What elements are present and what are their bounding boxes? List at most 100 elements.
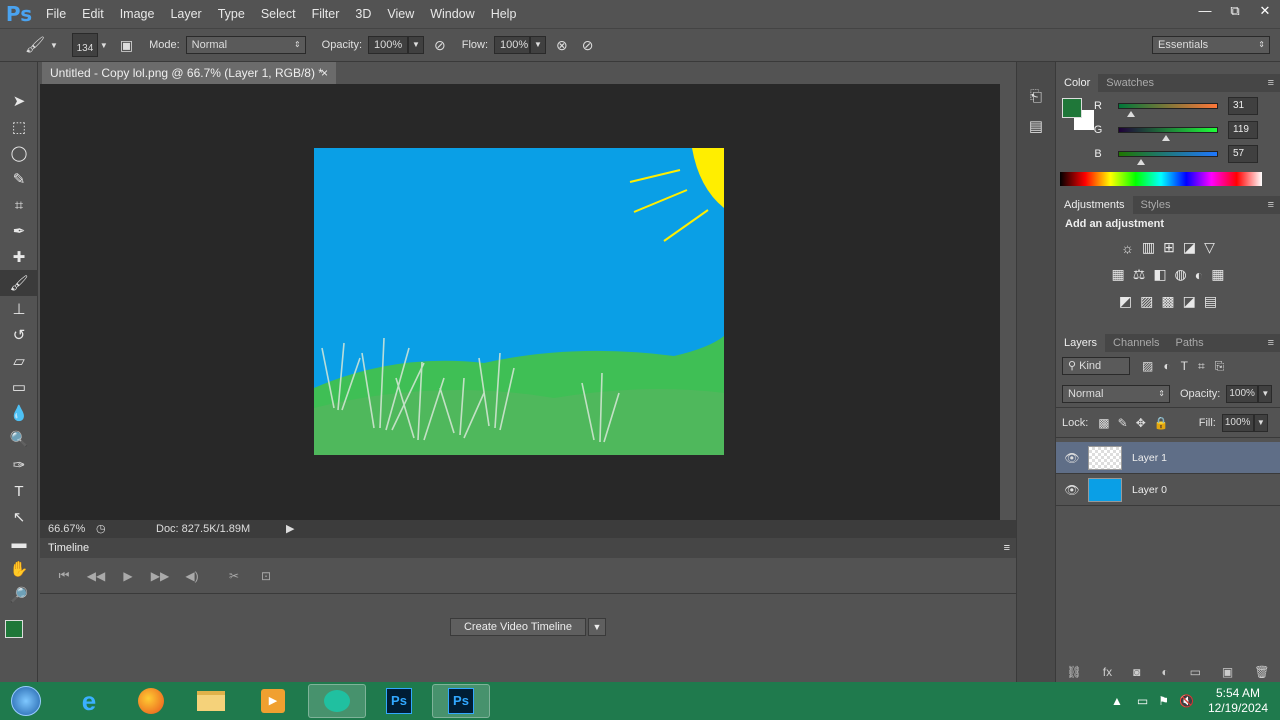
color-swatches[interactable] (0, 608, 37, 648)
flow-input[interactable]: 100% (494, 36, 531, 54)
brush-tool-icon[interactable]: 🖌 (0, 270, 38, 296)
filter-adjustment-icon[interactable]: ◐ (1163, 359, 1170, 373)
red-knob[interactable] (1127, 111, 1135, 117)
brightness-contrast-icon[interactable]: ☼ (1121, 240, 1134, 256)
menu-window[interactable]: Window (422, 7, 482, 21)
color-lookup-icon[interactable]: ▦ (1211, 266, 1224, 283)
tab-styles[interactable]: Styles (1133, 196, 1179, 214)
clock[interactable]: 5:54 AM 12/19/2024 (1208, 686, 1268, 716)
chevron-down-icon[interactable]: ▼ (50, 41, 58, 50)
lock-all-icon[interactable]: 🔒 (1154, 416, 1169, 430)
chevron-down-icon[interactable]: ▼ (100, 41, 108, 50)
exposure-icon[interactable]: ◪ (1183, 239, 1196, 256)
visibility-eye-icon[interactable]: 👁 (1056, 451, 1088, 465)
zoom-tool-icon[interactable]: 🔎 (0, 582, 38, 608)
posterize-icon[interactable]: ▨ (1140, 293, 1153, 310)
next-frame-icon[interactable]: ▶▶ (144, 569, 176, 583)
minimize-button[interactable]: — (1190, 0, 1220, 22)
gradient-map-icon[interactable]: ◪ (1183, 293, 1196, 310)
red-slider[interactable] (1118, 103, 1218, 117)
filter-kind-dropdown[interactable]: ⚲ Kind (1062, 357, 1130, 375)
green-knob[interactable] (1162, 135, 1170, 141)
pressure-size-icon[interactable]: ⊘ (582, 37, 594, 54)
lock-pixels-icon[interactable]: ✎ (1118, 416, 1128, 430)
selective-color-icon[interactable]: ▤ (1204, 293, 1217, 310)
split-icon[interactable]: ✂ (218, 569, 250, 583)
brush-tool-icon[interactable]: 🖌 (20, 35, 50, 55)
tab-adjustments[interactable]: Adjustments (1056, 196, 1133, 214)
layer-name[interactable]: Layer 0 (1132, 484, 1167, 496)
tray-expand-icon[interactable]: ▲ (1111, 694, 1123, 708)
opacity-input[interactable]: 100% (368, 36, 409, 54)
filter-type-icon[interactable]: T (1181, 359, 1188, 373)
properties-panel-icon[interactable]: ▤ (1017, 117, 1055, 135)
network-icon[interactable]: ▭ (1137, 694, 1148, 708)
brush-preset-picker[interactable]: 134 (71, 33, 98, 57)
pen-tool-icon[interactable]: ✑ (0, 452, 38, 478)
layer-name[interactable]: Layer 1 (1132, 452, 1167, 464)
menu-filter[interactable]: Filter (304, 7, 348, 21)
layer-style-icon[interactable]: fx (1103, 665, 1112, 679)
taskbar-explorer[interactable] (182, 684, 240, 718)
tab-channels[interactable]: Channels (1105, 334, 1167, 352)
panel-menu-icon[interactable]: ≡ (1268, 337, 1280, 349)
channel-mixer-icon[interactable]: ◐ (1195, 267, 1203, 283)
foreground-color-swatch[interactable] (5, 620, 23, 638)
layer-opacity-input[interactable]: 100% (1226, 384, 1259, 403)
path-selection-tool-icon[interactable]: ↖ (0, 504, 38, 530)
taskbar-internet-explorer[interactable]: e (60, 684, 118, 718)
green-slider[interactable] (1118, 127, 1218, 141)
delete-layer-icon[interactable]: 🗑 (1254, 665, 1269, 679)
blur-tool-icon[interactable]: 💧 (0, 400, 38, 426)
create-video-timeline-button[interactable]: Create Video Timeline (450, 618, 586, 636)
blend-mode-dropdown[interactable]: Normal ⇕ (1062, 384, 1170, 403)
vertical-scrollbar[interactable] (1000, 84, 1016, 520)
menu-file[interactable]: File (38, 7, 74, 21)
green-value[interactable]: 119 (1228, 121, 1258, 139)
taskbar-photoshop-installer[interactable]: Ps (370, 684, 428, 718)
blue-slider[interactable] (1118, 151, 1218, 165)
lasso-tool-icon[interactable]: ◯ (0, 140, 38, 166)
workspace-dropdown[interactable]: Essentials ⇕ (1152, 36, 1270, 54)
fill-input[interactable]: 100% (1221, 413, 1254, 432)
new-layer-icon[interactable]: ▣ (1222, 665, 1233, 679)
layer-opacity-dropdown[interactable]: ▼ (1258, 384, 1273, 403)
menu-layer[interactable]: Layer (162, 7, 209, 21)
hue-saturation-icon[interactable]: ▦ (1112, 266, 1125, 283)
taskbar-media-player[interactable]: ▶ (244, 684, 302, 718)
marquee-tool-icon[interactable]: ⬚ (0, 114, 38, 140)
red-value[interactable]: 31 (1228, 97, 1258, 115)
invert-icon[interactable]: ◩ (1119, 293, 1132, 310)
threshold-icon[interactable]: ▩ (1161, 293, 1174, 310)
filter-shape-icon[interactable]: ⌗ (1198, 359, 1205, 374)
eraser-tool-icon[interactable]: ▱ (0, 348, 38, 374)
menu-select[interactable]: Select (253, 7, 304, 21)
vibrance-icon[interactable]: ▽ (1204, 239, 1215, 256)
panel-menu-icon[interactable]: ≡ (1268, 77, 1280, 89)
panel-menu-icon[interactable]: ≡ (1268, 199, 1280, 211)
filter-pixel-icon[interactable]: ▨ (1142, 359, 1153, 373)
tab-paths[interactable]: Paths (1168, 334, 1212, 352)
document-tab[interactable]: Untitled - Copy lol.png @ 66.7% (Layer 1… (42, 62, 336, 84)
history-brush-tool-icon[interactable]: ↺ (0, 322, 38, 348)
pressure-opacity-icon[interactable]: ⊘ (434, 37, 446, 54)
rectangle-tool-icon[interactable]: ▬ (0, 530, 38, 556)
play-arrow-icon[interactable]: ▶ (286, 520, 294, 538)
tab-color[interactable]: Color (1056, 74, 1099, 92)
transition-icon[interactable]: ⊡ (250, 569, 282, 583)
curves-icon[interactable]: ⊞ (1163, 239, 1175, 256)
color-balance-icon[interactable]: ⚖ (1133, 266, 1146, 283)
gradient-tool-icon[interactable]: ▭ (0, 374, 38, 400)
color-spectrum-bar[interactable] (1060, 172, 1262, 186)
taskbar-firefox[interactable] (122, 684, 180, 718)
opacity-dropdown[interactable]: ▼ (408, 36, 425, 54)
airbrush-icon[interactable]: ⊗ (556, 37, 568, 54)
hand-tool-icon[interactable]: ✋ (0, 556, 38, 582)
flag-icon[interactable]: ⚑ (1158, 694, 1169, 708)
lock-position-icon[interactable]: ✥ (1136, 416, 1146, 430)
menu-view[interactable]: View (379, 7, 422, 21)
tab-layers[interactable]: Layers (1056, 334, 1106, 352)
move-tool-icon[interactable]: ➤ (0, 88, 38, 114)
visibility-eye-icon[interactable]: 👁 (1056, 483, 1088, 497)
previous-frame-icon[interactable]: ◀◀ (80, 569, 112, 583)
